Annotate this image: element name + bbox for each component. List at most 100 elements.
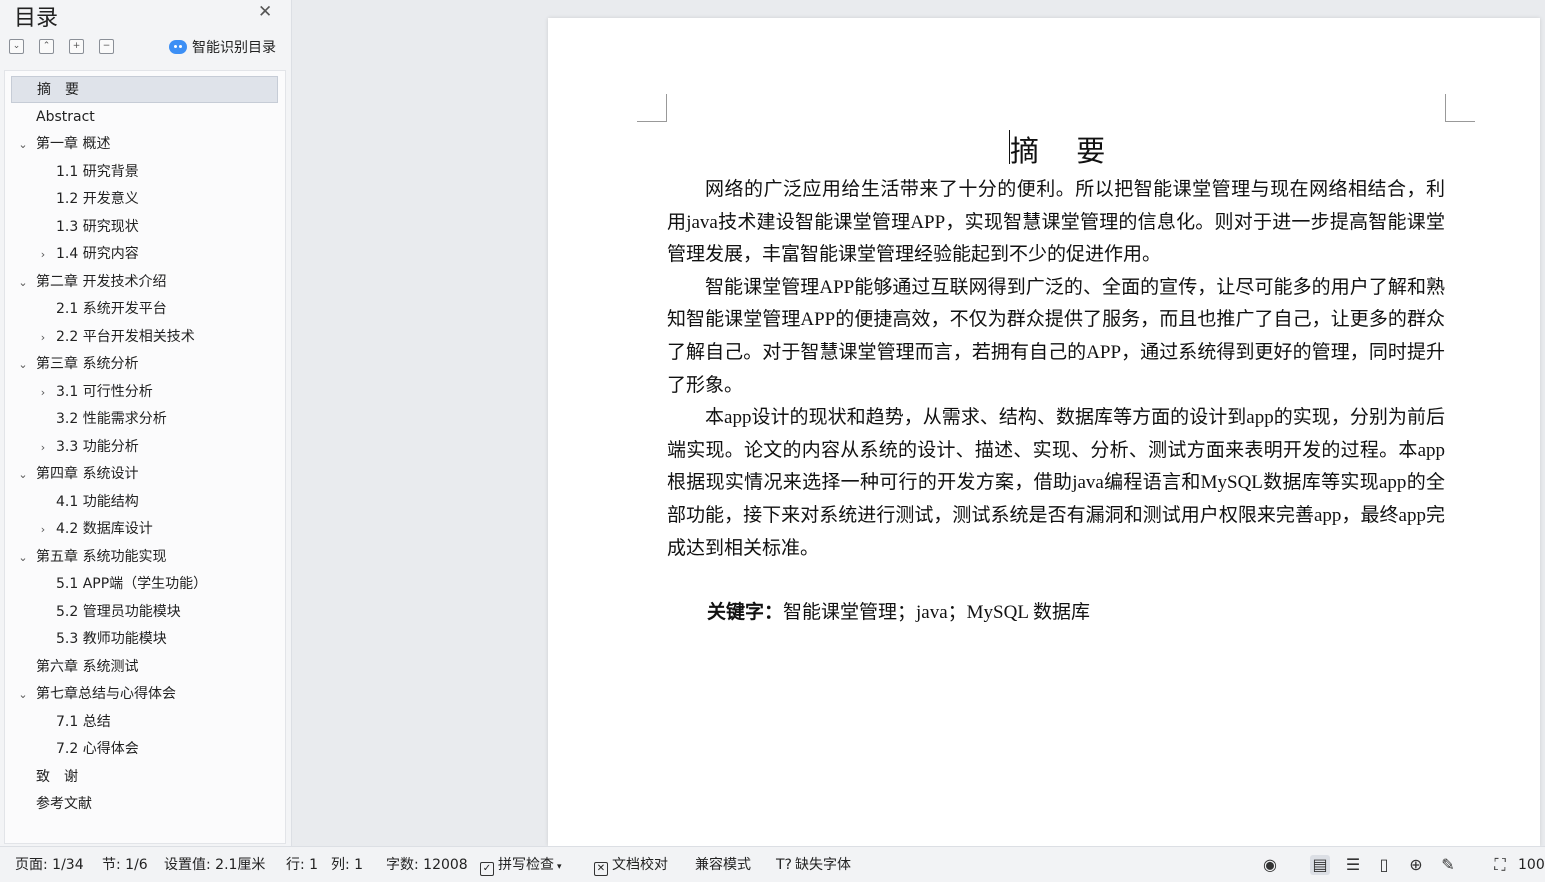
toc-item-label: 3.3 功能分析 [56,439,139,455]
spell-check-label: 拼写检查 [498,857,554,873]
toc-item-label: 1.2 开发意义 [56,191,139,207]
missing-font-icon: T? [776,857,792,873]
chevron-down-icon[interactable]: ⌄ [17,351,29,378]
toc-item[interactable]: 致 谢 [11,764,278,791]
chevron-right-icon[interactable]: › [37,434,49,461]
toc-title: 目录 [14,6,59,31]
document-page[interactable]: 摘 要 网络的广泛应用给生活带来了十分的便利。所以把智能课堂管理与现在网络相结合… [548,18,1540,846]
toc-item[interactable]: Abstract [11,104,278,131]
keywords-text: 智能课堂管理；java；MySQL 数据库 [783,602,1090,623]
toc-item[interactable]: 1.2 开发意义 [11,186,278,213]
toc-item[interactable]: 5.3 教师功能模块 [11,626,278,653]
toc-item-label: 4.1 功能结构 [56,494,139,510]
toc-item[interactable]: 1.1 研究背景 [11,159,278,186]
toc-item-label: 3.2 性能需求分析 [56,411,167,427]
missing-font-label: 缺失字体 [794,857,851,873]
crop-mark-top-left [637,94,667,122]
chevron-right-icon[interactable]: › [37,241,49,268]
toc-item-label: 第四章 系统设计 [36,466,139,482]
page-view-icon[interactable]: ▤ [1310,855,1330,875]
chevron-right-icon[interactable]: › [37,324,49,351]
toc-item[interactable]: 参考文献 [11,791,278,818]
toc-item-label: 第三章 系统分析 [36,356,139,372]
add-heading-icon[interactable]: + [69,39,84,54]
paragraph-3: 本app设计的现状和趋势，从需求、结构、数据库等方面的设计到app的实现，分别为… [667,407,1445,559]
toc-item[interactable]: › 3.1 可行性分析 [11,379,278,406]
crop-mark-top-right [1445,94,1475,122]
toc-item[interactable]: 摘 要 [11,76,278,103]
toc-item-label: 参考文献 [36,796,92,812]
toc-item[interactable]: › 1.4 研究内容 [11,241,278,268]
check-icon: ✓ [480,862,494,876]
chevron-right-icon[interactable]: › [37,516,49,543]
chevron-down-icon[interactable]: ⌄ [17,544,29,571]
outline-view-icon[interactable]: ☰ [1343,855,1363,875]
col-indicator[interactable]: 列: 1 [331,856,363,874]
smart-toc-button[interactable]: 智能识别目录 [169,37,276,57]
row-indicator[interactable]: 行: 1 [286,856,318,874]
page-indicator[interactable]: 页面: 1/34 [15,856,84,874]
toc-item-label: Abstract [36,109,95,125]
remove-heading-icon[interactable]: − [99,39,114,54]
ai-bot-icon [169,40,187,54]
pen-icon[interactable]: ✎ [1438,855,1458,875]
spell-check-button[interactable]: ✓ 拼写检查 ▾ [480,856,562,876]
doc-proof-label: 文档校对 [612,857,668,873]
missing-font-button[interactable]: T? 缺失字体 [776,856,851,874]
toc-item[interactable]: 4.1 功能结构 [11,489,278,516]
toc-item[interactable]: 1.3 研究现状 [11,214,278,241]
status-bar: 页面: 1/34 节: 1/6 设置值: 2.1厘米 行: 1 列: 1 字数:… [0,846,1545,882]
toc-item[interactable]: ⌄ 第一章 概述 [11,131,278,158]
toc-item[interactable]: 第六章 系统测试 [11,654,278,681]
toc-item[interactable]: 7.2 心得体会 [11,736,278,763]
toc-item[interactable]: ⌄ 第四章 系统设计 [11,461,278,488]
document-body: 网络的广泛应用给生活带来了十分的便利。所以把智能课堂管理与现在网络相结合，利用j… [667,174,1445,565]
toc-item-label: 4.2 数据库设计 [56,521,153,537]
toc-item[interactable]: › 4.2 数据库设计 [11,516,278,543]
toc-item[interactable]: ⌄ 第二章 开发技术介绍 [11,269,278,296]
chevron-right-icon[interactable]: › [37,379,49,406]
document-heading: 摘 要 [1010,134,1120,168]
toc-item-label: 2.1 系统开发平台 [56,301,167,317]
web-view-icon[interactable]: ⊕ [1406,855,1426,875]
toc-item-label: 2.2 平台开发相关技术 [56,329,195,345]
compat-mode-button[interactable]: 兼容模式 [695,856,751,874]
toc-item[interactable]: › 2.2 平台开发相关技术 [11,324,278,351]
close-icon[interactable]: ✕ [258,2,272,22]
section-indicator[interactable]: 节: 1/6 [102,856,148,874]
toc-item[interactable]: 5.2 管理员功能模块 [11,599,278,626]
expand-all-icon[interactable]: ⌄ [9,39,24,54]
toc-item[interactable]: 2.1 系统开发平台 [11,296,278,323]
keywords-label: 关键字： [707,602,784,623]
zoom-level[interactable]: 100 [1518,856,1545,874]
doc-proof-button[interactable]: ✕ 文档校对 [594,856,668,876]
chevron-down-icon[interactable]: ⌄ [17,131,29,158]
toc-item[interactable]: ⌄ 第三章 系统分析 [11,351,278,378]
toc-item-label: 致 谢 [36,769,78,785]
toc-item-label: 5.2 管理员功能模块 [56,604,181,620]
toc-item[interactable]: 5.1 APP端（学生功能） [11,571,278,598]
collapse-all-icon[interactable]: ⌃ [39,39,54,54]
chevron-down-icon[interactable]: ⌄ [17,269,29,296]
chevron-down-icon[interactable]: ⌄ [17,681,29,708]
toc-item[interactable]: ⌄ 第五章 系统功能实现 [11,544,278,571]
setting-indicator[interactable]: 设置值: 2.1厘米 [164,856,265,874]
chevron-down-icon[interactable]: ⌄ [17,461,29,488]
toc-item-label: 5.1 APP端（学生功能） [56,576,208,592]
toc-item-label: 1.1 研究背景 [56,164,139,180]
toc-item[interactable]: ⌄ 第七章总结与心得体会 [11,681,278,708]
toc-item-label: 1.3 研究现状 [56,219,139,235]
toc-item[interactable]: 7.1 总结 [11,709,278,736]
toc-item-label: 7.2 心得体会 [56,741,139,757]
toc-panel: 目录 ✕ ⌄ ⌃ + − 智能识别目录 摘 要 Abstract ⌄ 第一章 概述 1.… [0,0,292,846]
paragraph-1: 网络的广泛应用给生活带来了十分的便利。所以把智能课堂管理与现在网络相结合，利用j… [667,179,1445,266]
fit-page-icon[interactable]: ⛶ [1490,855,1510,875]
toc-item[interactable]: › 3.3 功能分析 [11,434,278,461]
word-count[interactable]: 字数: 12008 [386,856,468,874]
toc-item-label: 第一章 概述 [36,136,111,152]
paragraph-2: 智能课堂管理APP能够通过互联网得到广泛的、全面的宣传，让尽可能多的用户了解和熟… [667,276,1445,396]
toc-item-label: 7.1 总结 [56,714,111,730]
reading-view-icon[interactable]: ▯ [1374,855,1394,875]
toc-item[interactable]: 3.2 性能需求分析 [11,406,278,433]
eye-protection-icon[interactable]: ◉ [1260,855,1280,875]
